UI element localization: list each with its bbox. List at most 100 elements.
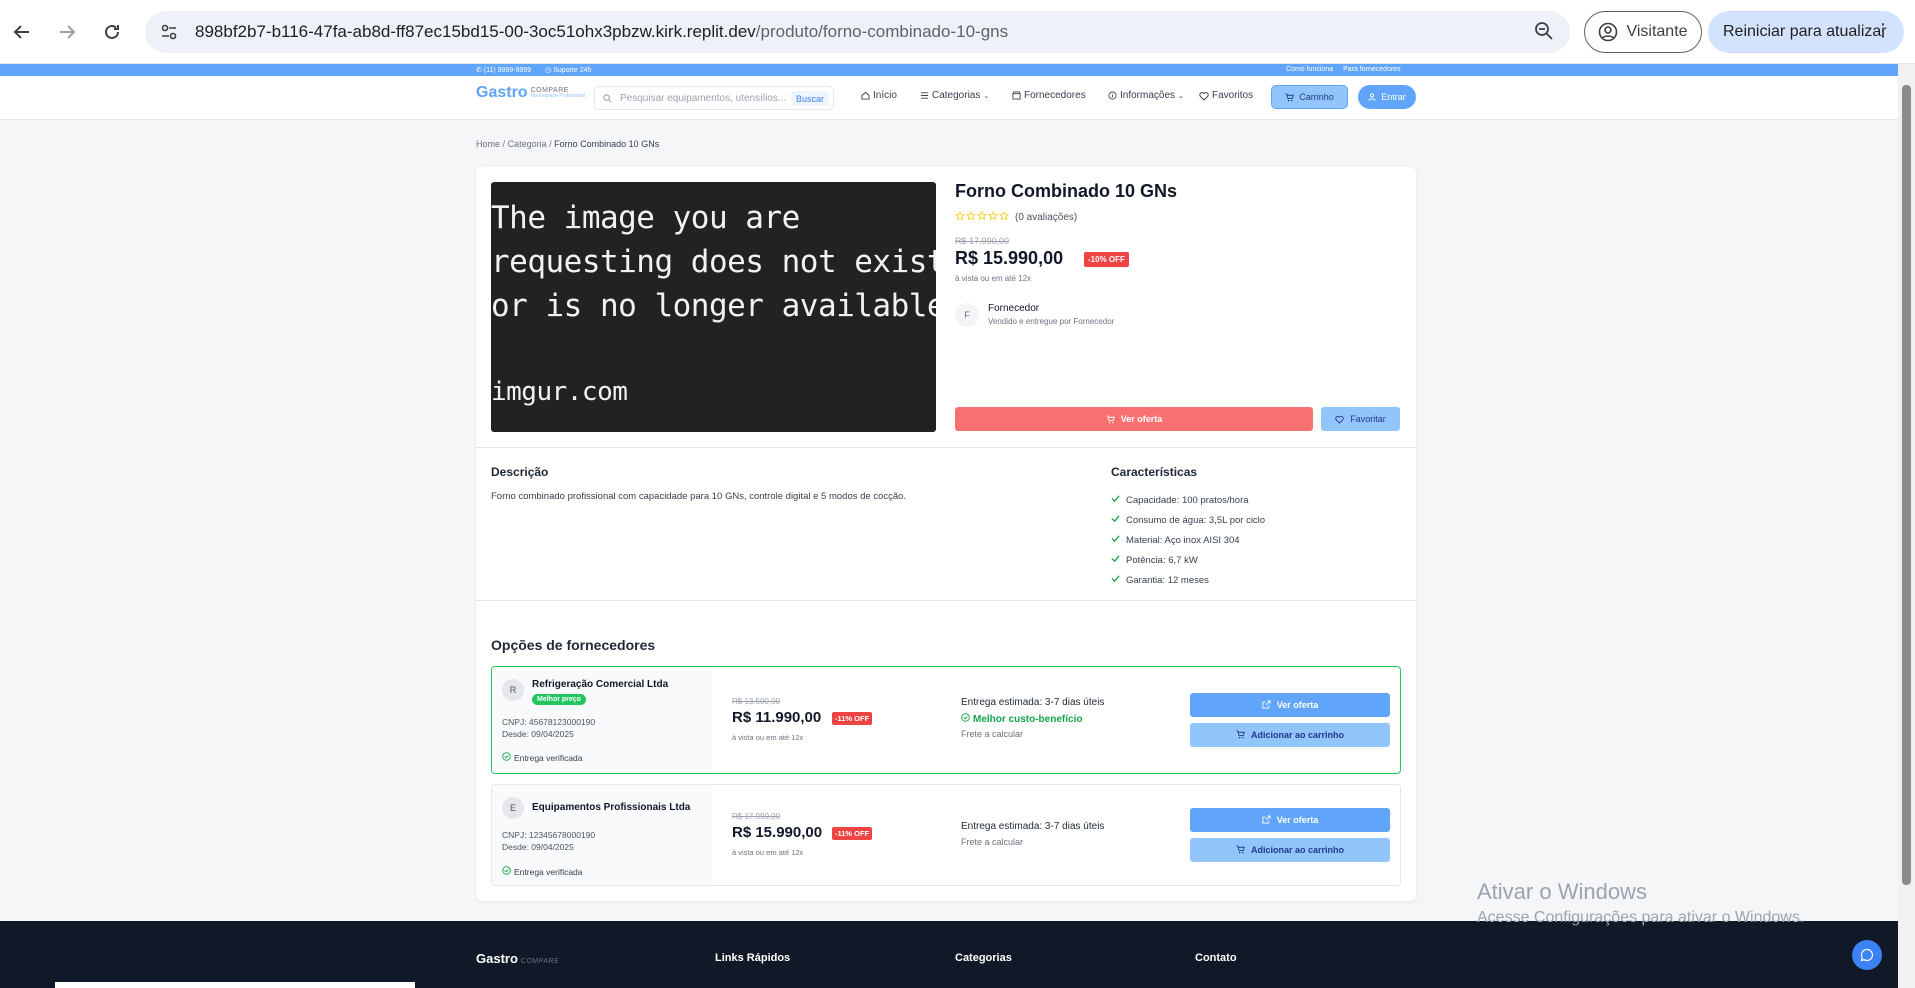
view-offer-button[interactable]: Ver oferta xyxy=(1190,693,1390,717)
avatar: F xyxy=(955,303,979,327)
windows-activation-watermark: Ativar o Windows Acesse Configurações pa… xyxy=(1477,879,1805,926)
update-label: Reiniciar para atualizar xyxy=(1723,23,1887,40)
cart-icon xyxy=(1285,92,1295,101)
info-icon xyxy=(1108,91,1117,100)
cart-icon xyxy=(1106,414,1115,423)
old-price: R$ 13.500,00 xyxy=(732,697,781,706)
support-info: ◷ Suporte 24h xyxy=(545,67,592,74)
forward-arrow-icon[interactable] xyxy=(51,16,83,48)
rating-stars: (0 avaliações) xyxy=(954,208,1078,226)
best-value-label: Melhor custo-benefício xyxy=(961,713,1082,725)
rating-count: (0 avaliações) xyxy=(1015,211,1078,223)
star-icon xyxy=(987,208,999,226)
nav-info[interactable]: Informações ⌄ xyxy=(1108,90,1184,101)
external-link-icon xyxy=(1262,814,1271,826)
cart-button[interactable]: Carrinho xyxy=(1271,85,1348,109)
view-offer-button[interactable]: Ver oferta xyxy=(955,407,1313,431)
add-to-cart-button[interactable]: Adicionar ao carrinho xyxy=(1190,723,1390,747)
option-price: R$ 11.990,00 xyxy=(732,709,822,726)
search-bar: Pesquisar equipamentos, utensílios... Bu… xyxy=(594,86,834,110)
footer-categories-title: Categorias xyxy=(955,952,1012,964)
reload-icon[interactable] xyxy=(96,16,128,48)
how-it-works-link[interactable]: Como funciona xyxy=(1286,66,1333,73)
heart-icon xyxy=(1199,91,1209,101)
nav-favorites[interactable]: Favoritos xyxy=(1199,90,1253,101)
supplier-option: R Refrigeração Comercial Ltda Melhor pre… xyxy=(491,666,1401,774)
nav-home[interactable]: Início xyxy=(861,90,897,101)
avatar: R xyxy=(502,679,524,701)
since-text: Desde: 09/04/2025 xyxy=(502,842,574,852)
store-icon xyxy=(1012,91,1021,100)
star-icon xyxy=(976,208,988,226)
user-icon xyxy=(1368,93,1376,101)
favorite-button[interactable]: Favoritar xyxy=(1321,407,1400,431)
check-icon xyxy=(1111,574,1120,586)
star-icon xyxy=(998,208,1010,226)
zoom-icon[interactable] xyxy=(1534,21,1554,46)
supplier-subtitle: Vendido e entregue por Fornecedor xyxy=(988,317,1115,326)
product-title: Forno Combinado 10 GNs xyxy=(955,181,1178,201)
list-item: Potência: 6,7 kW xyxy=(1111,550,1265,570)
scrollbar-thumb[interactable] xyxy=(1902,85,1911,885)
check-icon xyxy=(1111,554,1120,566)
search-input[interactable]: Pesquisar equipamentos, utensílios... xyxy=(620,93,788,104)
chat-button[interactable] xyxy=(1852,940,1882,970)
url-text: 898bf2b7-b116-47fa-ab8d-ff87ec15bd15-00-… xyxy=(195,22,1009,41)
shipping-text: Frete a calcular xyxy=(961,729,1024,739)
check-icon xyxy=(1111,534,1120,546)
footer-contact-title: Contato xyxy=(1195,952,1237,964)
search-icon xyxy=(603,93,612,102)
supplier-name[interactable]: Equipamentos Profissionais Ltda xyxy=(532,802,690,813)
option-price: R$ 15.990,00 xyxy=(732,824,823,841)
breadcrumb-current: Forno Combinado 10 GNs xyxy=(554,139,660,149)
old-price: R$ 17.990,00 xyxy=(955,236,1010,246)
site-header: Gastro COMPARE Marketplace Profissional P… xyxy=(0,76,1898,120)
nav-suppliers[interactable]: Fornecedores xyxy=(1012,90,1086,101)
features-list: Capacidade: 100 pratos/hora Consumo de á… xyxy=(1111,490,1265,590)
site-logo[interactable]: Gastro COMPARE Marketplace Profissional xyxy=(476,84,585,102)
heart-icon xyxy=(1335,415,1344,424)
chevron-down-icon: ⌄ xyxy=(983,92,990,100)
login-button[interactable]: Entrar xyxy=(1358,85,1416,109)
features-title: Características xyxy=(1111,465,1198,479)
address-bar[interactable]: 898bf2b7-b116-47fa-ab8d-ff87ec15bd15-00-… xyxy=(145,11,1570,53)
breadcrumb-home[interactable]: Home xyxy=(476,139,500,149)
footer-quick-links-title: Links Rápidos xyxy=(715,952,791,964)
profile-button[interactable]: Visitante xyxy=(1584,11,1702,53)
verified-delivery: Entrega verificada xyxy=(502,752,583,763)
search-button[interactable]: Buscar xyxy=(790,91,829,106)
installments-text: à vista ou em até 12x xyxy=(955,274,1032,283)
nav-categories[interactable]: Categorias ⌄ xyxy=(920,90,989,101)
footer-logo[interactable]: Gastro COMPARE xyxy=(476,951,559,966)
restart-update-button[interactable]: Reiniciar para atualizar ⋮ xyxy=(1708,11,1904,53)
list-item: Material: Aço inox AISI 304 xyxy=(1111,530,1265,550)
shipping-text: Frete a calcular xyxy=(961,837,1024,847)
page-scrollbar[interactable] xyxy=(1898,64,1915,988)
breadcrumb-category[interactable]: Categoria xyxy=(508,139,547,149)
product-card: The image you are requesting does not ex… xyxy=(476,167,1416,901)
view-offer-button[interactable]: Ver oferta xyxy=(1190,808,1390,832)
cnpj-text: CNPJ: 45678123000190 xyxy=(502,717,596,727)
check-icon xyxy=(1111,494,1120,506)
supplier-name[interactable]: Refrigeração Comercial Ltda xyxy=(532,679,668,690)
supplier-name[interactable]: Fornecedor xyxy=(988,303,1039,314)
description-title: Descrição xyxy=(491,465,549,479)
add-to-cart-button[interactable]: Adicionar ao carrinho xyxy=(1190,838,1390,862)
product-image: The image you are requesting does not ex… xyxy=(491,182,936,432)
more-menu-icon[interactable]: ⋮ xyxy=(1874,20,1892,41)
divider xyxy=(476,600,1416,601)
external-link-icon xyxy=(1262,699,1271,711)
top-info-bar: ✆ (11) 9999-9999 ◷ Suporte 24h Como func… xyxy=(0,64,1898,76)
site-settings-icon[interactable] xyxy=(157,20,181,44)
old-price: R$ 17.990,00 xyxy=(732,812,781,821)
browser-toolbar: 898bf2b7-b116-47fa-ab8d-ff87ec15bd15-00-… xyxy=(0,0,1915,64)
back-arrow-icon[interactable] xyxy=(6,16,38,48)
installments-text: à vista ou em até 12x xyxy=(732,733,804,742)
verified-delivery: Entrega verificada xyxy=(502,866,583,877)
breadcrumb: Home / Categoria / Forno Combinado 10 GN… xyxy=(476,139,660,149)
supplier-options-title: Opções de fornecedores xyxy=(491,637,656,653)
cnpj-text: CNPJ: 12345678000190 xyxy=(502,830,596,840)
discount-badge: -11% OFF xyxy=(832,827,873,840)
since-text: Desde: 09/04/2025 xyxy=(502,729,574,739)
for-suppliers-link[interactable]: Para fornecedores xyxy=(1343,66,1401,73)
